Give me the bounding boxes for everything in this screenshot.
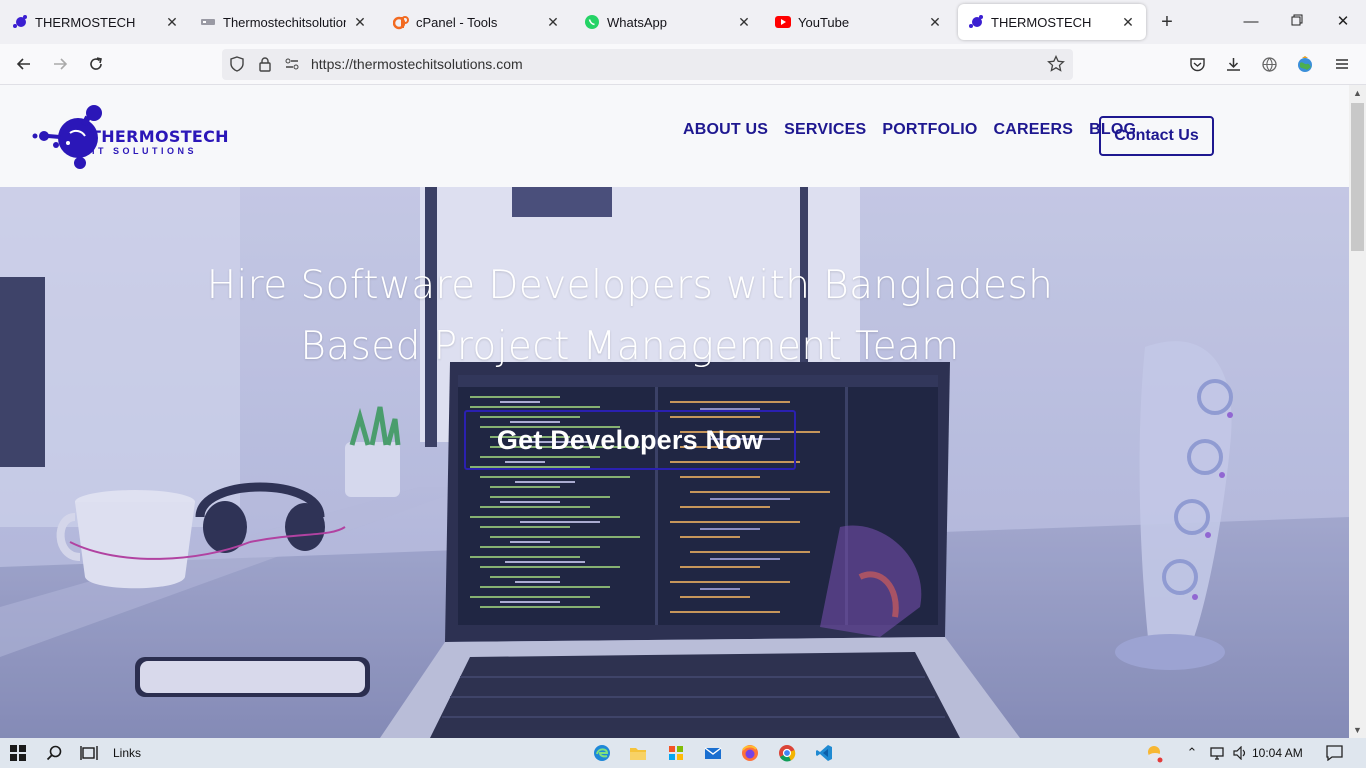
edge-icon[interactable] [590,741,614,765]
menu-services[interactable]: SERVICES [784,121,866,139]
minimize-icon[interactable]: — [1238,10,1264,34]
main-menu: ABOUT US SERVICES PORTFOLIO CAREERS BLOG [683,121,1136,139]
system-clock[interactable]: 10:04 AM [1252,746,1303,760]
site-logo[interactable]: THERMOSTECH IT SOLUTIONS [30,103,229,169]
tab-strip: THERMOSTECH ✕ Thermostechitsolutions.c ✕… [0,0,1366,44]
close-icon[interactable]: ✕ [352,14,368,30]
windows-start-icon[interactable] [6,741,30,765]
tab-title: YouTube [798,14,850,30]
tab-whatsapp[interactable]: WhatsApp ✕ [574,4,762,40]
permissions-icon[interactable] [282,54,302,74]
menu-about-us[interactable]: ABOUT US [683,121,768,139]
url-text[interactable]: https://thermostechitsolutions.com [311,56,523,72]
close-icon[interactable]: ✕ [736,14,752,30]
window-close-icon[interactable]: ✕ [1330,10,1356,34]
scroll-up-arrow-icon[interactable]: ▲ [1349,85,1366,101]
network-icon[interactable] [1205,741,1229,765]
tab-title: Thermostechitsolutions.c [223,14,346,30]
page-viewport: THERMOSTECH IT SOLUTIONS ABOUT US SERVIC… [0,85,1349,738]
weather-icon[interactable] [1142,741,1166,765]
contact-us-button[interactable]: Contact Us [1099,116,1214,156]
task-view-icon[interactable] [77,741,101,765]
tab-thermostech-active[interactable]: THERMOSTECH ✕ [958,4,1146,40]
logo-tagline: IT SOLUTIONS [92,146,197,156]
volume-icon[interactable] [1228,741,1252,765]
tab-cpanel[interactable]: cPanel - Tools ✕ [383,4,571,40]
vertical-scrollbar[interactable]: ▲ ▼ [1349,85,1366,738]
scroll-down-arrow-icon[interactable]: ▼ [1349,722,1366,738]
pocket-icon[interactable] [1185,52,1209,76]
scrollbar-thumb[interactable] [1351,103,1364,251]
youtube-icon [775,14,791,30]
menu-portfolio[interactable]: PORTFOLIO [882,121,977,139]
file-explorer-icon[interactable] [626,741,650,765]
mail-icon[interactable] [701,741,725,765]
restore-icon[interactable] [1284,10,1310,34]
tab-thermostech-1[interactable]: THERMOSTECH ✕ [2,4,190,40]
chrome-icon[interactable] [775,741,799,765]
back-arrow-icon[interactable] [12,52,36,76]
notification-icon[interactable] [1322,741,1346,765]
close-icon[interactable]: ✕ [545,14,561,30]
menu-careers[interactable]: CAREERS [994,121,1074,139]
url-bar[interactable]: https://thermostechitsolutions.com [222,49,1073,80]
extension-globe-icon[interactable] [1257,52,1281,76]
extension-earth-icon[interactable] [1293,52,1317,76]
bookmark-star-icon[interactable] [1046,54,1066,74]
new-tab-plus-icon[interactable]: + [1156,12,1178,34]
tab-title: WhatsApp [607,14,667,30]
forward-arrow-icon[interactable] [48,52,72,76]
logo-name: THERMOSTECH [90,127,229,146]
firefox-icon[interactable] [738,741,762,765]
tab-youtube[interactable]: YouTube ✕ [765,4,953,40]
tab-title: cPanel - Tools [416,14,498,30]
reload-icon[interactable] [84,52,108,76]
close-icon[interactable]: ✕ [164,14,180,30]
lock-icon[interactable] [255,54,275,74]
search-icon[interactable] [42,741,66,765]
close-icon[interactable]: ✕ [1120,14,1136,30]
windows-taskbar: Links ⌃ 10:04 AM [0,738,1366,768]
tab-title: THERMOSTECH [991,14,1092,30]
hero-heading: Hire Software Developers with Bangladesh… [160,255,1100,377]
links-toolbar-label[interactable]: Links [113,746,141,760]
navigation-toolbar: https://thermostechitsolutions.com [0,44,1366,85]
hamburger-menu-icon[interactable] [1330,52,1354,76]
site-icon [200,14,216,30]
hero-heading-line-1: Hire Software Developers with Bangladesh [206,263,1054,308]
downloads-icon[interactable] [1221,52,1245,76]
site-header: THERMOSTECH IT SOLUTIONS ABOUT US SERVIC… [0,85,1349,187]
tab-title: THERMOSTECH [35,14,136,30]
thermostech-icon [12,14,28,30]
cpanel-icon [393,14,409,30]
vscode-icon[interactable] [812,741,836,765]
hero-section: Hire Software Developers with Bangladesh… [0,187,1349,738]
close-icon[interactable]: ✕ [927,14,943,30]
tab-thermostechitsolutions[interactable]: Thermostechitsolutions.c ✕ [190,4,378,40]
shield-icon[interactable] [227,54,247,74]
chevron-up-icon[interactable]: ⌃ [1180,741,1204,765]
hero-heading-line-2: Based Project Management Team [300,324,960,369]
get-developers-button[interactable]: Get Developers Now [464,410,796,470]
thermostech-icon [968,14,984,30]
store-icon[interactable] [664,741,688,765]
whatsapp-icon [584,14,600,30]
